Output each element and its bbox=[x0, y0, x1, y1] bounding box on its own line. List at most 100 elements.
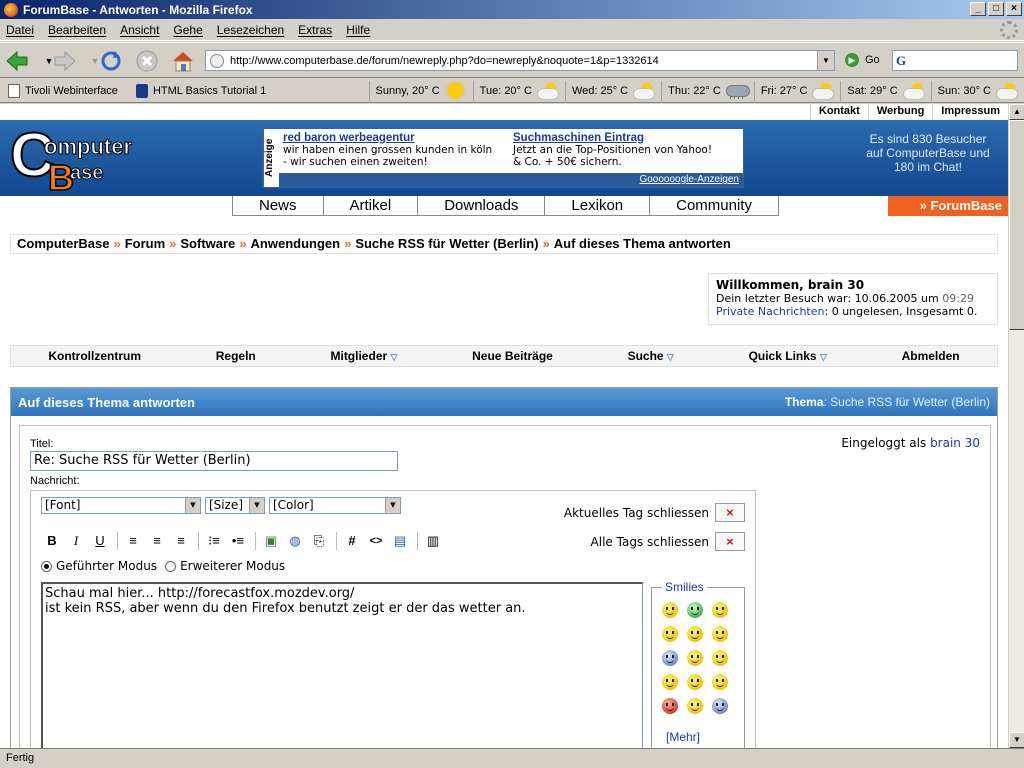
vertical-scrollbar[interactable]: ▲ ▼ bbox=[1008, 104, 1024, 748]
devil-icon[interactable] bbox=[712, 674, 728, 690]
align-center-icon[interactable]: ≡ bbox=[146, 531, 168, 551]
menu-lesezeichen[interactable]: Lesezeichen bbox=[217, 23, 284, 37]
smile-icon[interactable] bbox=[662, 602, 678, 618]
red-smiley-icon[interactable] bbox=[662, 698, 678, 714]
ad-title[interactable]: red baron werbeagentur bbox=[283, 132, 492, 144]
cool-icon[interactable] bbox=[712, 626, 728, 642]
ad-footer-link[interactable]: Goooooogle-Anzeigen bbox=[279, 173, 743, 187]
link-kontakt[interactable]: Kontakt bbox=[809, 104, 868, 121]
crumb-anwendungen[interactable]: Anwendungen bbox=[251, 236, 341, 251]
weather-tue[interactable]: Tue: 20° C bbox=[472, 80, 565, 101]
eek-icon[interactable] bbox=[712, 698, 728, 714]
address-bar[interactable]: http://www.computerbase.de/forum/newrepl… bbox=[205, 50, 835, 71]
nav-suche[interactable]: Suche ▽ bbox=[628, 349, 674, 363]
quote-icon[interactable]: ▥ bbox=[422, 531, 444, 551]
crumb-software[interactable]: Software bbox=[180, 236, 235, 251]
menu-hilfe[interactable]: Hilfe bbox=[346, 23, 370, 37]
surprised-icon[interactable] bbox=[687, 698, 703, 714]
message-textarea[interactable]: Schau mal hier... http://forecastfox.moz… bbox=[41, 582, 643, 748]
minimize-button[interactable]: _ bbox=[970, 2, 986, 16]
search-box[interactable]: G bbox=[892, 50, 1018, 71]
forumbase-tab[interactable]: » ForumBase bbox=[888, 196, 1008, 216]
happy-icon[interactable] bbox=[712, 602, 728, 618]
confused-icon[interactable] bbox=[687, 626, 703, 642]
blue-smiley-icon[interactable] bbox=[662, 650, 678, 666]
home-button[interactable] bbox=[170, 48, 196, 74]
nav-community[interactable]: Community bbox=[650, 196, 778, 215]
stop-button[interactable] bbox=[134, 48, 160, 74]
weather-fri[interactable]: Fri: 27° C bbox=[753, 80, 841, 101]
back-button[interactable] bbox=[4, 48, 30, 74]
html-code-icon[interactable]: <> bbox=[365, 531, 387, 551]
computerbase-logo[interactable]: C omputer B ase bbox=[9, 123, 150, 197]
embarrassed-icon[interactable] bbox=[687, 650, 703, 666]
nav-mitglieder[interactable]: Mitglieder ▽ bbox=[330, 349, 397, 363]
align-right-icon[interactable]: ≡ bbox=[170, 531, 192, 551]
link-impressum[interactable]: Impressum bbox=[932, 104, 1008, 121]
bold-button[interactable]: B bbox=[41, 531, 63, 551]
ad-red-baron[interactable]: red baron werbeagentur wir haben einen g… bbox=[283, 132, 492, 168]
nav-kontrollzentrum[interactable]: Kontrollzentrum bbox=[48, 349, 141, 363]
menu-gehe[interactable]: Gehe bbox=[173, 23, 202, 37]
nav-downloads[interactable]: Downloads bbox=[418, 196, 546, 215]
crumb-computerbase[interactable]: ComputerBase bbox=[17, 236, 109, 251]
close-button[interactable]: × bbox=[1006, 2, 1022, 16]
scroll-down-icon[interactable]: ▼ bbox=[1009, 732, 1024, 748]
bullet-list-icon[interactable]: •≡ bbox=[227, 531, 249, 551]
insert-email-icon[interactable]: ⎘ bbox=[308, 531, 330, 551]
php-code-icon[interactable]: ▤ bbox=[389, 531, 411, 551]
crumb-forum[interactable]: Forum bbox=[125, 236, 165, 251]
ad-suchmaschinen[interactable]: Suchmaschinen Eintrag Jetzt an die Top-P… bbox=[513, 132, 712, 168]
bookmark-html-basics[interactable]: HTML Basics Tutorial 1 bbox=[135, 83, 266, 98]
maximize-button[interactable]: □ bbox=[988, 2, 1004, 16]
menu-datei[interactable]: Datei bbox=[6, 23, 34, 37]
code-hash-icon[interactable]: # bbox=[341, 531, 363, 551]
link-werbung[interactable]: Werbung bbox=[867, 104, 932, 121]
bookmark-tivoli[interactable]: Tivoli Webinterface bbox=[8, 83, 118, 98]
weather-sun[interactable]: Sun: 30° C bbox=[930, 80, 1024, 101]
font-select[interactable]: [Font] ▼ bbox=[41, 497, 201, 514]
weather-thu[interactable]: Thu: 22° C bbox=[661, 80, 754, 101]
menu-extras[interactable]: Extras bbox=[298, 23, 332, 37]
size-select[interactable]: [Size] ▼ bbox=[205, 497, 265, 514]
ordered-list-icon[interactable]: ⁝≡ bbox=[203, 531, 225, 551]
align-left-icon[interactable]: ≡ bbox=[122, 531, 144, 551]
close-all-tags-button[interactable]: × bbox=[715, 532, 745, 551]
pm-link[interactable]: Private Nachrichten bbox=[716, 305, 825, 318]
nav-regeln[interactable]: Regeln bbox=[216, 349, 256, 363]
menu-ansicht[interactable]: Ansicht bbox=[120, 23, 159, 37]
rolleyes-icon[interactable] bbox=[687, 674, 703, 690]
close-current-tag-button[interactable]: × bbox=[715, 503, 745, 522]
italic-button[interactable]: I bbox=[65, 531, 87, 551]
insert-image-icon[interactable]: ▣ bbox=[260, 531, 282, 551]
weather-sat[interactable]: Sat: 29° C bbox=[840, 80, 930, 101]
sad-icon[interactable] bbox=[712, 650, 728, 666]
nav-quick-links[interactable]: Quick Links ▽ bbox=[749, 349, 827, 363]
scrollbar-thumb[interactable] bbox=[1009, 120, 1024, 330]
nav-news[interactable]: News bbox=[233, 196, 324, 215]
crumb-thread[interactable]: Suche RSS für Wetter (Berlin) bbox=[355, 236, 538, 251]
underline-button[interactable]: U bbox=[89, 531, 111, 551]
mode-guided-radio[interactable] bbox=[41, 560, 52, 572]
nav-lexikon[interactable]: Lexikon bbox=[545, 196, 651, 215]
reload-button[interactable] bbox=[98, 48, 124, 74]
wink-icon[interactable] bbox=[662, 626, 678, 642]
nav-neue-beitraege[interactable]: Neue Beiträge bbox=[472, 349, 553, 363]
menu-bearbeiten[interactable]: Bearbeiten bbox=[48, 23, 106, 37]
go-button[interactable]: ▶ Go bbox=[845, 53, 880, 67]
smilies-more-link[interactable]: [Mehr] bbox=[666, 730, 700, 744]
ad-title[interactable]: Suchmaschinen Eintrag bbox=[513, 132, 712, 144]
weather-wed[interactable]: Wed: 25° C bbox=[564, 80, 661, 101]
scroll-up-icon[interactable]: ▲ bbox=[1009, 104, 1024, 120]
weather-today[interactable]: Sunny, 20° C bbox=[368, 80, 473, 101]
user-link[interactable]: brain 30 bbox=[930, 436, 980, 450]
insert-link-icon[interactable]: ◍ bbox=[284, 531, 306, 551]
title-input[interactable]: Re: Suche RSS für Wetter (Berlin) bbox=[30, 451, 398, 471]
grin-icon[interactable] bbox=[687, 602, 703, 618]
smile-icon[interactable] bbox=[662, 674, 678, 690]
url-dropdown-icon[interactable]: ▼ bbox=[817, 51, 834, 70]
mode-advanced-radio[interactable] bbox=[165, 560, 177, 572]
color-select[interactable]: [Color] ▼ bbox=[269, 497, 401, 514]
forward-button[interactable] bbox=[52, 48, 78, 74]
nav-artikel[interactable]: Artikel bbox=[324, 196, 419, 215]
